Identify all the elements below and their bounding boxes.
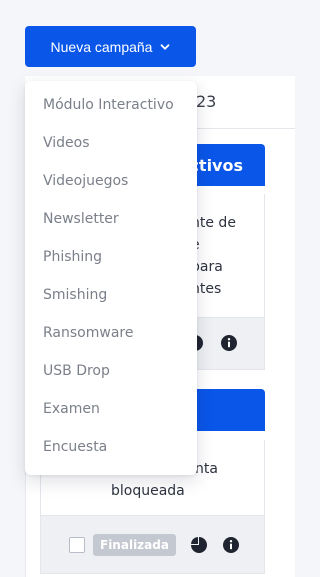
campaign-card-footer: Finalizada <box>40 516 265 574</box>
menu-item-smishing[interactable]: Smishing <box>25 276 197 314</box>
menu-item-videos[interactable]: Videos <box>25 124 197 162</box>
select-checkbox[interactable] <box>69 536 85 553</box>
status-badge: Finalizada <box>93 533 176 556</box>
menu-item-examen[interactable]: Examen <box>25 390 197 428</box>
info-icon[interactable] <box>220 334 238 352</box>
year-tab-label[interactable]: 23 <box>196 92 216 111</box>
menu-item-modulo-interactivo[interactable]: Módulo Interactivo <box>25 86 197 124</box>
menu-item-usb-drop[interactable]: USB Drop <box>25 352 197 390</box>
chevron-down-icon <box>161 43 170 50</box>
campaign-card-title: ctivos <box>189 155 243 175</box>
description-line: ntes <box>191 281 222 297</box>
menu-item-videojuegos[interactable]: Videojuegos <box>25 162 197 200</box>
new-campaign-button[interactable]: Nueva campaña <box>25 26 196 67</box>
campaign-type-menu: Módulo Interactivo Videos Videojuegos Ne… <box>25 81 197 475</box>
campaigns-page: Nueva campaña 23 ctivos nte de e para nt… <box>0 0 295 577</box>
new-campaign-label: Nueva campaña <box>50 38 153 55</box>
menu-item-newsletter[interactable]: Newsletter <box>25 200 197 238</box>
menu-item-encuesta[interactable]: Encuesta <box>25 428 197 466</box>
description-line: bloqueada <box>111 483 185 499</box>
info-icon[interactable] <box>222 536 240 554</box>
menu-item-phishing[interactable]: Phishing <box>25 238 197 276</box>
description-line: para <box>191 259 223 275</box>
menu-item-ransomware[interactable]: Ransomware <box>25 314 197 352</box>
description-line: e <box>191 234 242 256</box>
pie-chart-icon[interactable] <box>190 536 208 554</box>
description-line: nte de <box>191 215 236 231</box>
